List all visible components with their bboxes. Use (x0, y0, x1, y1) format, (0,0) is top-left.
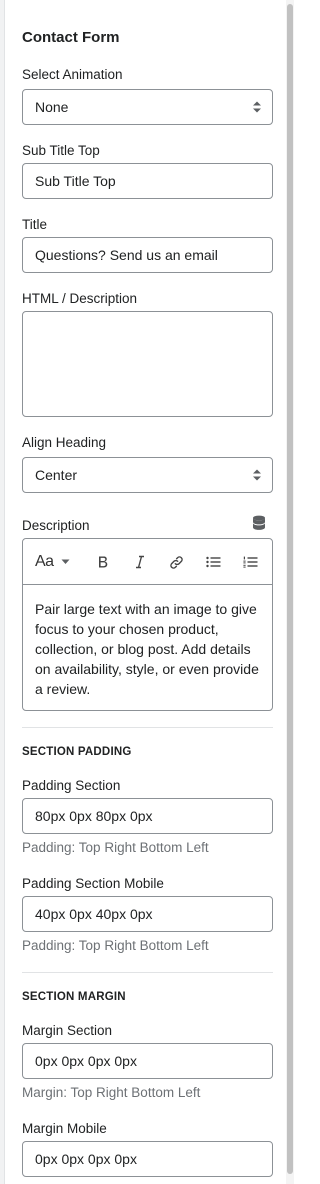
select-arrows-icon (253, 101, 261, 113)
align-heading-select-value: Center (35, 467, 78, 483)
subtitle-top-input-value: Sub Title Top (35, 173, 116, 189)
padding-section-input[interactable]: 80px 0px 80px 0px (22, 798, 273, 834)
description-editor-content[interactable]: Pair large text with an image to give fo… (35, 599, 265, 699)
align-heading-label: Align Heading (22, 435, 107, 450)
select-arrows-icon (253, 469, 261, 481)
link-icon (169, 555, 183, 569)
html-description-label: HTML / Description (22, 291, 138, 306)
margin-section-input[interactable]: 0px 0px 0px 0px (22, 1043, 273, 1079)
scrollbar-thumb[interactable] (287, 4, 293, 1174)
section-divider (22, 727, 273, 728)
margin-mobile-label: Margin Mobile (22, 1121, 107, 1136)
bold-icon (99, 556, 108, 568)
padding-mobile-help: Padding: Top Right Bottom Left (22, 938, 209, 953)
padding-section-label: Padding Section (22, 778, 121, 793)
numbered-list-button[interactable] (241, 552, 259, 572)
title-input[interactable]: Questions? Send us an email (22, 237, 273, 273)
padding-section-input-value: 80px 0px 80px 0px (35, 808, 153, 824)
align-heading-select[interactable]: Center (22, 457, 273, 493)
padding-mobile-input[interactable]: 40px 0px 40px 0px (22, 896, 273, 932)
section-margin-heading: SECTION MARGIN (22, 991, 126, 1003)
font-style-label: Aa (35, 553, 54, 570)
bullet-list-icon (205, 556, 220, 568)
margin-mobile-input[interactable]: 0px 0px 0px 0px (22, 1141, 273, 1177)
margin-mobile-input-value: 0px 0px 0px 0px (35, 1151, 137, 1167)
margin-section-input-value: 0px 0px 0px 0px (35, 1053, 137, 1069)
html-description-textarea[interactable] (22, 311, 273, 417)
subtitle-top-input[interactable]: Sub Title Top (22, 163, 273, 199)
padding-mobile-label: Padding Section Mobile (22, 876, 164, 891)
bullet-list-button[interactable] (204, 552, 222, 572)
padding-section-help: Padding: Top Right Bottom Left (22, 840, 209, 855)
animation-select[interactable]: None (22, 89, 273, 125)
dynamic-source-icon[interactable] (252, 515, 266, 531)
italic-icon (136, 555, 144, 569)
sidebar-edge (0, 0, 5, 1184)
animation-label: Select Animation (22, 67, 123, 82)
margin-section-help: Margin: Top Right Bottom Left (22, 1085, 201, 1100)
italic-button[interactable] (131, 552, 149, 572)
section-padding-heading: SECTION PADDING (22, 746, 132, 758)
link-button[interactable] (167, 552, 185, 572)
chevron-down-icon (61, 559, 70, 564)
animation-select-value: None (35, 99, 69, 115)
title-label: Title (22, 217, 48, 232)
padding-mobile-input-value: 40px 0px 40px 0px (35, 906, 153, 922)
margin-section-label: Margin Section (22, 1023, 113, 1038)
scrollbar[interactable] (286, 0, 294, 1184)
editor-toolbar: Aa (23, 539, 272, 585)
numbered-list-icon (242, 556, 257, 568)
title-input-value: Questions? Send us an email (35, 247, 218, 263)
font-style-menu[interactable]: Aa (35, 552, 75, 572)
description-editor[interactable]: Aa Pair large text with an image to give… (22, 538, 273, 711)
panel-title: Contact Form (22, 29, 120, 46)
section-divider (22, 972, 273, 973)
subtitle-top-label: Sub Title Top (22, 143, 100, 158)
bold-button[interactable] (94, 552, 112, 572)
description-label: Description (22, 518, 90, 533)
